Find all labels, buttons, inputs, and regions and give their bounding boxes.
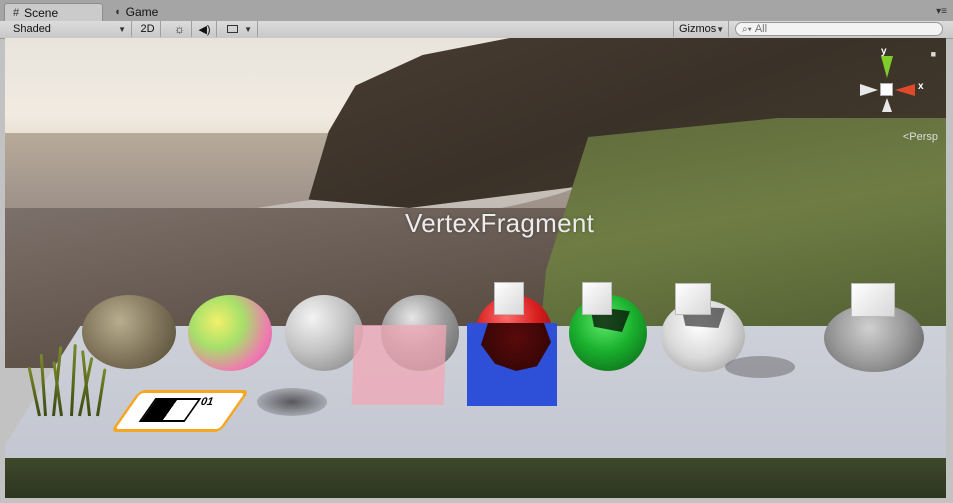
tab-game-label: Game	[125, 5, 159, 19]
effects-dropdown[interactable]: ▼	[222, 21, 258, 37]
scene-toolbar: Shaded ▼ 2D ☼ ◀) ▼ Gizmos ▼ ⌕▾	[0, 21, 953, 39]
shadow-blob	[257, 388, 327, 416]
audio-toggle-button[interactable]: ◀)	[193, 21, 217, 37]
ar-marker-card[interactable]: 01	[110, 390, 250, 432]
lock-icon[interactable]: ■	[931, 49, 936, 59]
tab-scene[interactable]: # Scene	[4, 3, 103, 21]
search-input[interactable]	[754, 23, 925, 35]
tab-game[interactable]: ◖ Game	[106, 3, 196, 21]
gizmos-dropdown[interactable]: Gizmos ▼	[673, 21, 729, 37]
cube-red[interactable]	[494, 282, 524, 315]
chevron-down-icon: ▼	[716, 24, 725, 34]
shading-mode-label: Shaded	[13, 23, 51, 35]
editor-tab-bar: # Scene ◖ Game ▾≡	[0, 0, 953, 22]
chevron-down-icon: ▼	[118, 24, 126, 34]
lighting-toggle-button[interactable]: ☼	[168, 21, 192, 37]
pacman-icon: ◖	[114, 6, 121, 18]
textured-sphere[interactable]	[82, 295, 176, 369]
speaker-icon: ◀)	[198, 23, 211, 36]
projection-toggle[interactable]: <Persp	[903, 131, 938, 143]
scene-text-vertexfragment: VertexFragment	[405, 208, 595, 238]
scene-search[interactable]: ⌕▾	[735, 22, 943, 36]
window-menu-icon[interactable]: ▾≡	[936, 6, 947, 17]
gizmo-center-cube[interactable]	[880, 83, 893, 96]
shading-mode-dropdown[interactable]: Shaded ▼	[8, 21, 132, 37]
gizmos-label: Gizmos	[679, 23, 717, 35]
neg-x-axis-cone[interactable]	[860, 84, 878, 96]
persp-label: Persp	[909, 131, 938, 143]
2d-toggle-button[interactable]: 2D	[135, 21, 161, 37]
cube-gray[interactable]	[851, 283, 895, 317]
tab-scene-label: Scene	[24, 5, 59, 20]
cube-green[interactable]	[582, 282, 612, 315]
x-axis-label: x	[918, 81, 924, 92]
search-icon: ⌕▾	[742, 23, 752, 35]
y-axis-cone[interactable]	[881, 56, 893, 78]
gradient-sphere[interactable]	[188, 295, 272, 371]
shadow-blob	[725, 356, 795, 378]
cube-white[interactable]	[675, 283, 711, 315]
grid-icon: #	[13, 6, 20, 19]
sun-icon: ☼	[174, 22, 185, 36]
diffuse-sphere[interactable]	[285, 295, 363, 371]
2d-toggle-label: 2D	[140, 23, 155, 35]
image-icon	[227, 25, 238, 33]
x-axis-cone[interactable]	[895, 84, 915, 96]
chevron-down-icon: ▼	[244, 24, 252, 34]
orientation-gizmo[interactable]: ■ y x <Persp	[856, 38, 946, 148]
pink-transparent-quad[interactable]	[351, 325, 447, 405]
scene-viewport[interactable]: VertexFragment 01 ■ y x <Persp	[5, 38, 946, 498]
neg-y-axis-cone[interactable]	[882, 98, 892, 112]
